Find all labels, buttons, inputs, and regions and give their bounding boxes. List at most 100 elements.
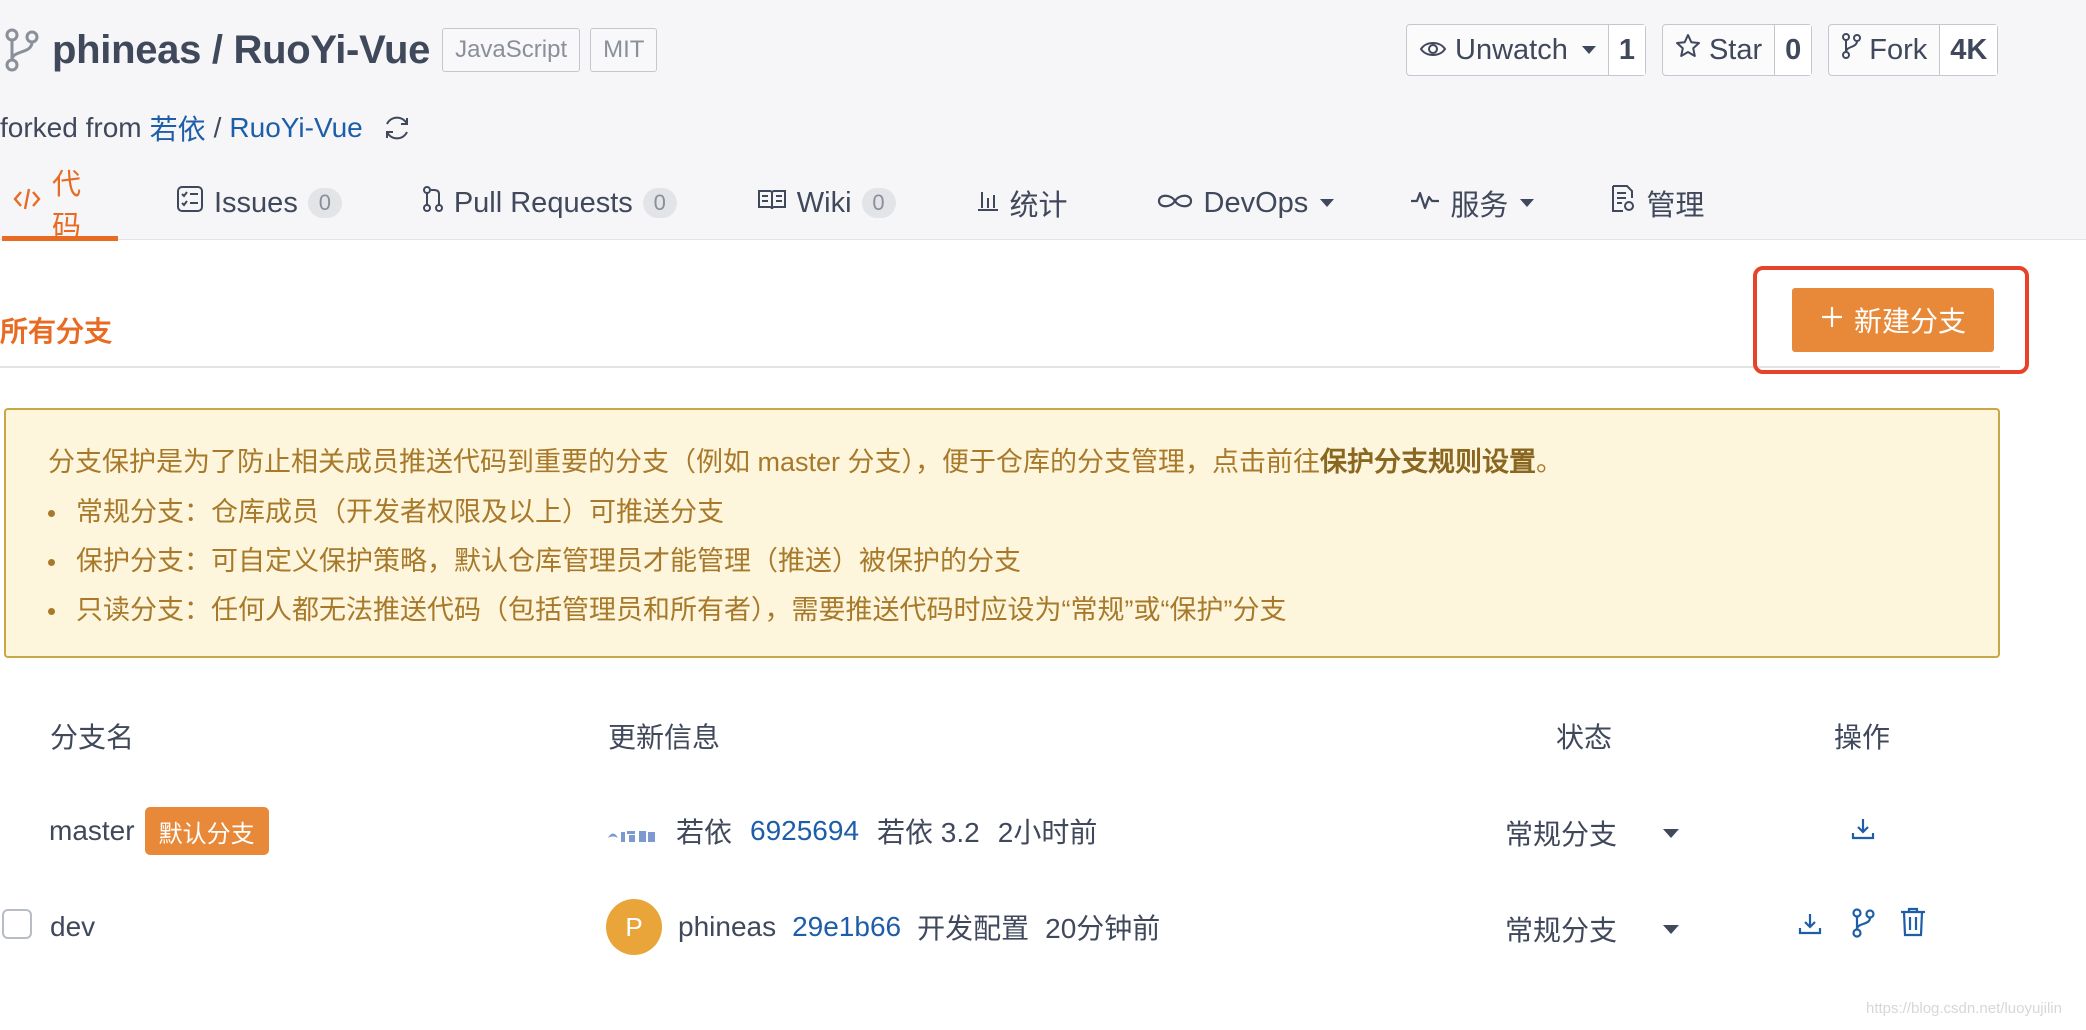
pull-requests-count: 0	[642, 188, 677, 218]
star-icon	[1675, 33, 1701, 67]
tab-pull-requests-label: Pull Requests	[453, 186, 633, 219]
ruoyi-logo-avatar[interactable]	[606, 821, 658, 842]
fork-label: Fork	[1869, 33, 1928, 66]
watch-count[interactable]: 1	[1607, 25, 1645, 75]
star-count[interactable]: 0	[1774, 25, 1812, 75]
bar-chart-icon	[976, 187, 1000, 220]
forked-separator: /	[213, 112, 222, 143]
status-value: 常规分支	[1505, 915, 1618, 946]
sync-icon[interactable]	[381, 112, 413, 144]
language-tag[interactable]: JavaScript	[442, 28, 581, 72]
chevron-down-icon	[1663, 828, 1680, 838]
license-tag[interactable]: MIT	[590, 28, 658, 72]
section-title[interactable]: 所有分支	[0, 310, 112, 350]
settings-doc-icon	[1610, 184, 1636, 222]
update-info-master: 若依 6925694 若依 3.2 2小时前	[606, 806, 1097, 856]
notice-lead-text: 分支保护是为了防止相关成员推送代码到重要的分支（例如 master 分支），便于…	[48, 447, 1321, 477]
chevron-down-icon	[1663, 924, 1680, 934]
fork-button[interactable]: Fork 4K	[1828, 24, 1999, 76]
branch-name-dev[interactable]: dev	[50, 911, 95, 943]
watermark: https://blog.csdn.net/luoyujilin	[1866, 1000, 2062, 1017]
repo-full-name[interactable]: phineas / RuoYi-Vue	[52, 28, 430, 73]
default-branch-badge: 默认分支	[144, 807, 269, 855]
commit-message: 开发配置	[917, 913, 1030, 944]
tab-devops[interactable]: DevOps	[1144, 166, 1347, 240]
notice-item-protected: 保护分支：可自定义保护策略，默认仓库管理员才能管理（推送）被保护的分支	[46, 537, 1286, 586]
wiki-book-icon	[757, 187, 787, 220]
commit-time: 20分钟前	[1045, 913, 1161, 944]
notice-item-readonly: 只读分支：任何人都无法推送代码（包括管理员和所有者），需要推送代码时应设为“常规…	[46, 586, 1286, 635]
branch-name-master[interactable]: master	[49, 815, 135, 847]
chevron-down-icon	[1581, 46, 1596, 54]
tab-manage[interactable]: 管理	[1598, 166, 1716, 240]
tab-stats[interactable]: 统计	[964, 166, 1080, 240]
repo-tabs: 代码 Issues 0 Pull Requests 0 Wiki 0 统计 De…	[0, 166, 1716, 243]
repo-actions: Unwatch 1 Star 0 Fork 4K	[1406, 24, 1999, 76]
status-select-master[interactable]: 常规分支	[1505, 813, 1680, 853]
status-select-dev[interactable]: 常规分支	[1505, 909, 1680, 949]
infinity-icon	[1156, 187, 1194, 220]
header-operations: 操作	[1834, 722, 1891, 753]
issues-icon	[176, 185, 204, 221]
tab-code[interactable]: 代码	[0, 166, 118, 243]
tab-services[interactable]: 服务	[1398, 166, 1546, 240]
update-info-dev: P phineas 29e1b66 开发配置 20分钟前	[606, 899, 1160, 955]
issues-count: 0	[307, 188, 342, 218]
download-icon[interactable]	[1795, 909, 1825, 939]
branch-icon[interactable]	[1848, 907, 1878, 938]
fork-count[interactable]: 4K	[1939, 25, 1998, 75]
tab-wiki-label: Wiki	[796, 186, 852, 219]
forked-owner-link[interactable]: 若依	[150, 108, 206, 148]
forked-prefix: forked from	[0, 112, 142, 143]
notice-item-normal: 常规分支：仓库成员（开发者权限及以上）可推送分支	[46, 488, 1286, 537]
unwatch-label: Unwatch	[1455, 33, 1568, 66]
tab-issues[interactable]: Issues 0	[164, 166, 354, 240]
tab-pull-requests[interactable]: Pull Requests 0	[410, 166, 689, 240]
chevron-down-icon	[1520, 199, 1535, 207]
plus-icon	[1820, 304, 1844, 336]
chevron-down-icon	[1320, 199, 1335, 207]
star-button[interactable]: Star 0	[1661, 24, 1813, 76]
fork-icon	[1841, 33, 1862, 67]
unwatch-button[interactable]: Unwatch 1	[1406, 24, 1646, 76]
header-status: 状态	[1556, 722, 1613, 753]
branch-protection-notice: 分支保护是为了防止相关成员推送代码到重要的分支（例如 master 分支），便于…	[4, 408, 2000, 658]
eye-icon	[1419, 34, 1447, 67]
protection-settings-link[interactable]: 保护分支规则设置	[1320, 447, 1536, 477]
forked-repo-link[interactable]: RuoYi-Vue	[229, 112, 362, 144]
commit-author[interactable]: phineas	[678, 911, 776, 943]
tab-stats-label: 统计	[1009, 190, 1068, 222]
forked-from: forked from 若依 / RuoYi-Vue	[0, 108, 413, 148]
commit-sha[interactable]: 29e1b66	[792, 911, 901, 943]
tab-code-label: 代码	[52, 169, 82, 243]
header-branch-name: 分支名	[50, 722, 135, 753]
avatar[interactable]: P	[606, 899, 662, 955]
tab-devops-label: DevOps	[1203, 186, 1309, 219]
commit-message: 若依 3.2	[877, 817, 980, 848]
commit-sha[interactable]: 6925694	[750, 815, 859, 847]
notice-lead-end: 。	[1536, 447, 1564, 477]
header-update-info: 更新信息	[608, 722, 721, 753]
tab-issues-label: Issues	[214, 186, 298, 219]
tab-wiki[interactable]: Wiki 0	[745, 166, 908, 240]
pulse-icon	[1410, 187, 1440, 220]
commit-time: 2小时前	[997, 817, 1098, 848]
table-row: master 默认分支	[49, 806, 269, 856]
status-value: 常规分支	[1505, 819, 1618, 850]
wiki-count: 0	[861, 188, 896, 218]
branch-checkbox-dev[interactable]	[2, 909, 32, 939]
code-icon	[12, 186, 42, 220]
tab-services-label: 服务	[1450, 190, 1509, 222]
notice-list: 常规分支：仓库成员（开发者权限及以上）可推送分支 保护分支：可自定义保护策略，默…	[46, 488, 1286, 635]
pull-request-icon	[422, 185, 444, 221]
new-branch-button[interactable]: 新建分支	[1792, 288, 1994, 352]
repo-title-row: phineas / RuoYi-Vue JavaScript MIT	[4, 20, 658, 80]
tab-manage-label: 管理	[1646, 190, 1705, 222]
notice-lead: 分支保护是为了防止相关成员推送代码到重要的分支（例如 master 分支），便于…	[48, 440, 1563, 479]
fork-repo-icon	[4, 25, 44, 75]
download-icon[interactable]	[1848, 814, 1878, 844]
commit-author[interactable]: 若依	[676, 811, 732, 851]
star-label: Star	[1708, 33, 1763, 66]
trash-icon[interactable]	[1898, 906, 1928, 937]
table-row: dev	[50, 902, 95, 952]
